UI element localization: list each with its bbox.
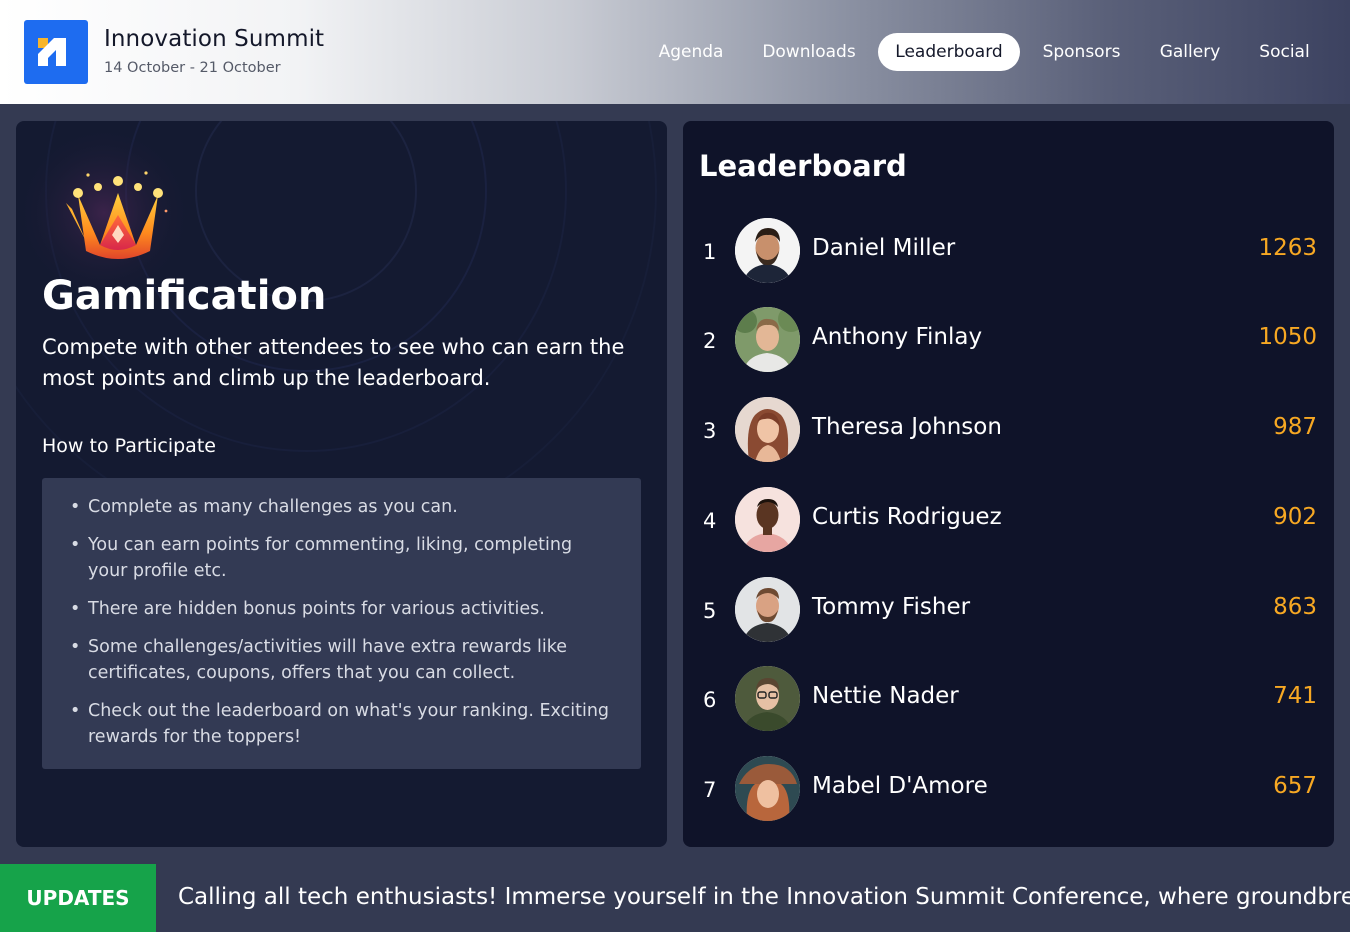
avatar[interactable] [735,397,800,462]
attendee-name: Curtis Rodriguez [812,504,1002,530]
attendee-name: Daniel Miller [812,235,956,261]
rank-number: 6 [703,688,717,712]
attendee-score: 1050 [1258,324,1317,350]
attendee-name: Theresa Johnson [812,414,1002,440]
gamification-description: Compete with other attendees to see who … [42,335,625,390]
avatar[interactable] [735,307,800,372]
rules-box: Complete as many challenges as you can. … [42,478,641,769]
gamification-card: Gamification Compete with other attendee… [16,121,667,847]
leaderboard-row[interactable]: 6 Nettie Nader 741 [683,666,1334,732]
avatar[interactable] [735,756,800,821]
attendee-score: 657 [1273,773,1317,799]
attendee-score: 987 [1273,414,1317,440]
rule-item: You can earn points for commenting, liki… [70,532,615,584]
rule-item: There are hidden bonus points for variou… [70,596,615,622]
leaderboard-row[interactable]: 4 Curtis Rodriguez 902 [683,487,1334,553]
attendee-name: Nettie Nader [812,683,959,709]
nav-gallery[interactable]: Gallery [1146,33,1234,71]
event-title: Innovation Summit [104,26,325,52]
rule-item: Complete as many challenges as you can. [70,494,615,520]
attendee-score: 741 [1273,683,1317,709]
nav-downloads[interactable]: Downloads [749,33,869,71]
updates-badge: UPDATES [0,864,156,932]
rule-item: Some challenges/activities will have ext… [70,634,615,686]
leaderboard-title: Leaderboard [699,149,907,183]
rank-number: 7 [703,778,717,802]
leaderboard-row[interactable]: 5 Tommy Fisher 863 [683,577,1334,643]
nav-social[interactable]: Social [1247,33,1322,71]
ticker-text[interactable]: Calling all tech enthusiasts! Immerse yo… [178,884,1350,910]
event-dates: 14 October - 21 October [104,60,281,76]
nav-leaderboard[interactable]: Leaderboard [878,33,1020,71]
leaderboard-row[interactable]: 7 Mabel D'Amore 657 [683,756,1334,822]
top-header: Innovation Summit 14 October - 21 Octobe… [0,0,1350,104]
nav-agenda[interactable]: Agenda [645,33,737,71]
attendee-name: Mabel D'Amore [812,773,988,799]
summit-logo-icon[interactable] [24,20,88,84]
avatar[interactable] [735,218,800,283]
rank-number: 3 [703,419,717,443]
avatar[interactable] [735,666,800,731]
crown-icon [66,171,168,259]
rank-number: 5 [703,599,717,623]
rank-number: 2 [703,329,717,353]
rank-number: 4 [703,509,717,533]
avatar[interactable] [735,577,800,642]
gamification-title: Gamification [42,273,327,319]
attendee-score: 902 [1273,504,1317,530]
rule-item: Check out the leaderboard on what's your… [70,698,615,750]
nav-sponsors[interactable]: Sponsors [1030,33,1133,71]
avatar[interactable] [735,487,800,552]
how-to-participate-heading: How to Participate [42,435,216,457]
rules-list: Complete as many challenges as you can. … [70,494,615,750]
attendee-score: 1263 [1258,235,1317,261]
leaderboard-card: Leaderboard 1 Daniel Miller 1263 2 Antho… [683,121,1334,847]
updates-ticker: UPDATES Calling all tech enthusiasts! Im… [0,864,1350,932]
leaderboard-row[interactable]: 3 Theresa Johnson 987 [683,397,1334,463]
rank-number: 1 [703,240,717,264]
attendee-score: 863 [1273,594,1317,620]
attendee-name: Anthony Finlay [812,324,983,350]
attendee-name: Tommy Fisher [812,594,971,620]
leaderboard-row[interactable]: 1 Daniel Miller 1263 [683,218,1334,284]
leaderboard-row[interactable]: 2 Anthony Finlay 1050 [683,307,1334,373]
